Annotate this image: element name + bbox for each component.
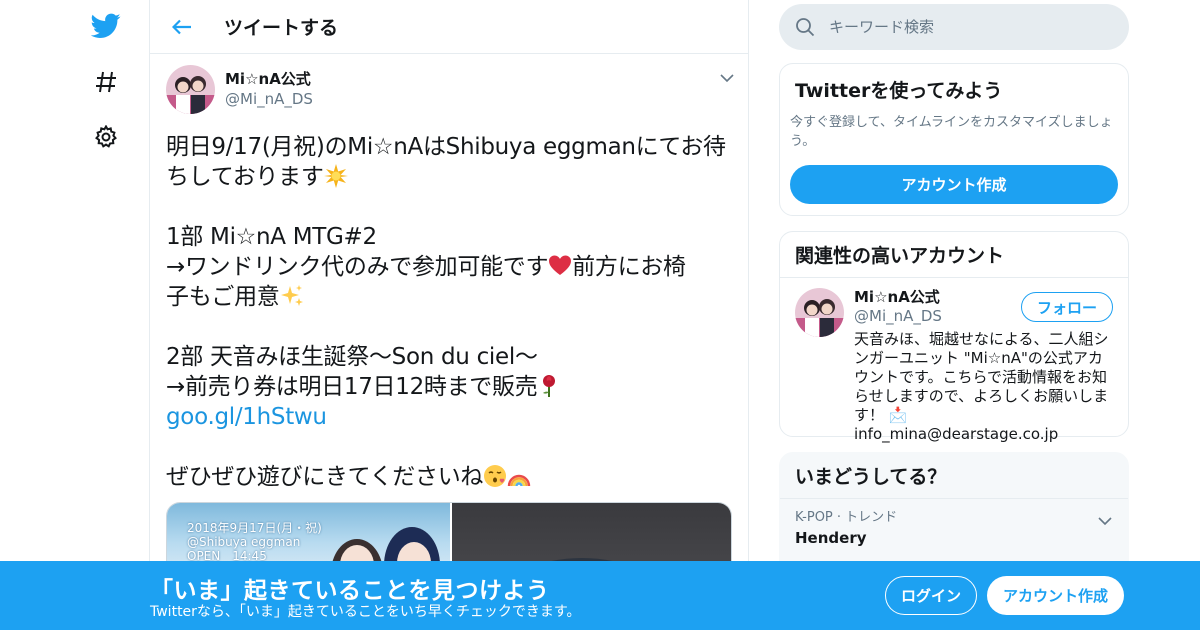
related-user-bio: 天音みほ、堀越せなによる、二人組シンガーユニット "Mi☆nA"の公式アカウント… [854, 330, 1109, 443]
tweet-line: 子もご用意 [166, 284, 280, 310]
tweet-line: →ワンドリンク代のみで参加可能です [166, 254, 549, 280]
chevron-down-icon[interactable] [720, 68, 734, 87]
related-title: 関連性の高いアカウント [780, 232, 1128, 278]
follow-button[interactable]: フォロー [1021, 292, 1113, 322]
sparkles-emoji-icon [280, 284, 304, 308]
heart-emoji-icon [548, 254, 572, 278]
tweet-line: →前売り券は明日17日12時まで販売 [166, 374, 538, 400]
tweet-line: 1部 Mi☆nA MTG#2 [166, 224, 377, 250]
gear-icon[interactable] [90, 121, 122, 153]
tweet: Mi☆nA公式 @Mi_nA_DS 明日9/17(月祝)のMi☆nAはShibu… [150, 54, 748, 592]
chevron-down-icon[interactable] [1098, 511, 1112, 530]
tweet-link[interactable]: goo.gl/1hStwu [166, 404, 327, 430]
kissing-face-emoji-icon [483, 464, 507, 488]
tweet-line: ちしております [166, 164, 324, 190]
banner-title: 「いま」起きていることを見つけよう [150, 578, 550, 604]
tweet-text: 明日9/17(月祝)のMi☆nAはShibuya eggmanにてお待 ちしてお… [166, 132, 732, 492]
avatar[interactable] [795, 288, 844, 337]
create-account-button[interactable]: アカウント作成 [790, 165, 1118, 204]
media-caption-line: @Shibuya eggman [187, 535, 301, 549]
author-handle[interactable]: @Mi_nA_DS [225, 89, 313, 109]
rose-emoji-icon [537, 374, 561, 398]
hashtag-icon[interactable] [90, 66, 122, 98]
related-accounts-card: 関連性の高いアカウント Mi☆nA公式 @Mi_nA_DS 天音みほ、堀越せなに… [779, 231, 1129, 443]
tweet-author[interactable]: Mi☆nA公式 @Mi_nA_DS [166, 64, 732, 114]
page-header: ツイートする [150, 0, 748, 54]
media-caption: 2018年9月17日(月・祝) @Shibuya eggman OPEN 14:… [187, 521, 322, 563]
login-banner: 「いま」起きていることを見つけよう Twitterなら、「いま」起きていることを… [0, 561, 1200, 630]
trend-name[interactable]: Hendery [795, 527, 1113, 549]
trend-item[interactable]: K-POP · トレンド Hendery [780, 499, 1128, 559]
signup-button[interactable]: アカウント作成 [987, 576, 1124, 615]
tweet-line: 明日9/17(月祝)のMi☆nAはShibuya eggmanにてお待 [166, 134, 726, 160]
rainbow-emoji-icon [507, 464, 531, 488]
signup-description: 今すぐ登録して、タイムラインをカスタマイズしましょう。 [790, 115, 1113, 149]
related-user[interactable]: Mi☆nA公式 @Mi_nA_DS 天音みほ、堀越せなによる、二人組シンガーユニ… [780, 278, 1128, 454]
tweet-line: 前方にお椅 [572, 254, 686, 280]
search-box[interactable] [779, 4, 1129, 50]
avatar[interactable] [166, 64, 215, 114]
left-nav [0, 0, 150, 630]
tweet-line: 2部 天音みほ生誕祭〜Son du ciel〜 [166, 344, 538, 370]
sparkle-sun-emoji-icon [323, 164, 348, 188]
author-name[interactable]: Mi☆nA公式 [225, 69, 313, 89]
signup-card: Twitterを使ってみよう 今すぐ登録して、タイムラインをカスタマイズしましょ… [779, 63, 1129, 216]
main-column: ツイートする Mi☆nA公式 @Mi_nA_DS 明日9/17(月祝)のMi☆n… [149, 0, 749, 630]
banner-subtitle: Twitterなら、「いま」起きていることをいち早くチェックできます。 [150, 604, 581, 620]
media-caption-line: 2018年9月17日(月・祝) [187, 521, 322, 535]
search-input[interactable] [829, 18, 1099, 36]
signup-title: Twitterを使ってみよう [795, 80, 1003, 102]
tweet-line: ぜひぜひ遊びにきてくださいね [166, 464, 484, 490]
search-icon [795, 17, 815, 37]
login-button[interactable]: ログイン [885, 576, 977, 615]
twitter-bird-icon[interactable] [90, 10, 122, 42]
trend-meta: K-POP · トレンド [795, 510, 898, 525]
trends-title: いまどうしてる？ [780, 453, 1128, 499]
page-title: ツイートする [224, 17, 339, 39]
back-arrow-icon[interactable] [164, 9, 200, 45]
